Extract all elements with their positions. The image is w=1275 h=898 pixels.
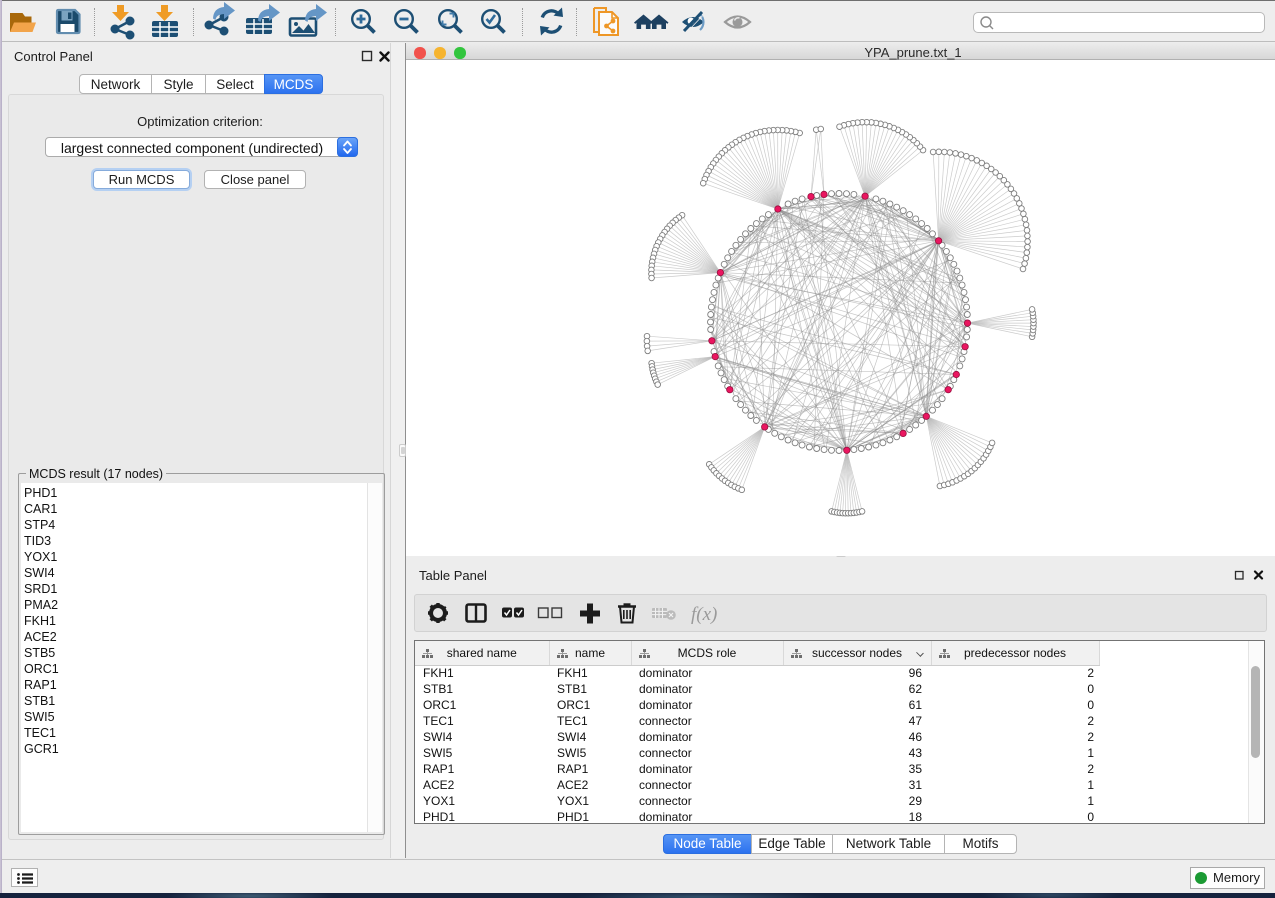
svg-text:f(x): f(x) [691, 604, 717, 625]
